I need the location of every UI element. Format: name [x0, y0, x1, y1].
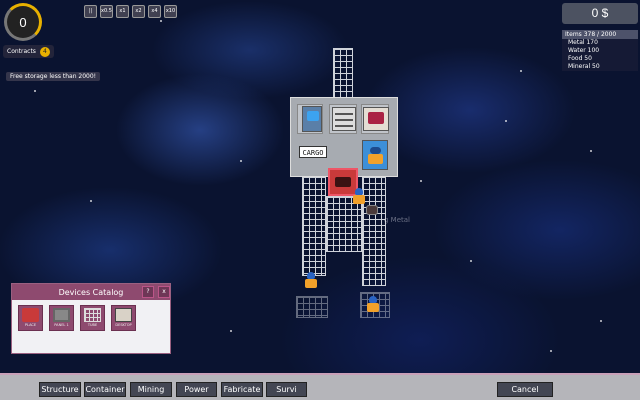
kitchen-device[interactable] [363, 107, 389, 131]
tab-survival[interactable]: Survi [266, 382, 307, 397]
tab-mining[interactable]: Mining [130, 382, 172, 397]
robot-drone[interactable] [366, 205, 378, 215]
contracts-badge: 4 [39, 46, 50, 57]
catalog-item-label: TUBE [87, 323, 98, 327]
speed-2x-button[interactable]: x2 [132, 5, 145, 18]
contracts-progress-ring[interactable]: 0 [4, 3, 42, 41]
money-display: 0 $ [562, 3, 638, 24]
speed-controls: || x0.5 x1 x2 x4 x10 [84, 5, 177, 18]
water-tank-device[interactable] [302, 106, 322, 132]
storage-header: Items 378 / 2000 [562, 30, 638, 39]
resource-mineral: Mineral 50 [568, 63, 600, 70]
catalog-header: Devices Catalog ? x [12, 284, 170, 300]
catalog-item-tube[interactable]: TUBE [80, 305, 105, 331]
contracts-button[interactable]: Contracts 4 [3, 45, 54, 58]
scaffold-lower-center[interactable] [326, 196, 362, 252]
tab-structure[interactable]: Structure [39, 382, 81, 397]
contracts-count: 0 [19, 14, 27, 30]
crew-quarters-device[interactable] [362, 140, 388, 170]
desktop-icon [115, 308, 132, 322]
pause-button[interactable]: || [84, 5, 97, 18]
panel-icon [53, 308, 70, 322]
resources-panel: Items 378 / 2000 Metal 170 Water 100 Foo… [562, 30, 638, 71]
shelf-device[interactable] [332, 107, 356, 131]
catalog-item-panel[interactable]: PANEL 1 [49, 305, 74, 331]
contracts-label: Contracts [7, 48, 36, 55]
scaffold-icon [84, 308, 101, 322]
storage-notice: Free storage less than 2000! [6, 72, 101, 81]
pc-device-icon [335, 177, 351, 187]
catalog-help-button[interactable]: ? [142, 286, 154, 298]
resource-food: Food 50 [568, 55, 592, 62]
worker-2[interactable] [304, 272, 318, 288]
catalog-item-desktop[interactable]: DESKTOP [111, 305, 136, 331]
catalog-title: Devices Catalog [58, 287, 124, 297]
scaffold-lower-left[interactable] [302, 176, 326, 276]
catalog-item-label: PANEL 1 [54, 323, 69, 327]
pc-icon [22, 308, 39, 322]
catalog-item-pc[interactable]: PLACE [18, 305, 43, 331]
speed-4x-button[interactable]: x4 [148, 5, 161, 18]
worker-1[interactable] [352, 188, 366, 204]
devices-catalog-panel: Devices Catalog ? x PLACE PANEL 1 TUBE D… [11, 283, 171, 354]
catalog-item-label: PLACE [24, 323, 37, 327]
worker-3[interactable] [366, 296, 380, 312]
ghost-tooltip: g Metal [384, 216, 410, 224]
scaffold-top-column[interactable] [333, 48, 353, 98]
tab-fabricate[interactable]: Fabricate [221, 382, 263, 397]
catalog-item-label: DESKTOP [115, 323, 132, 327]
speed-1x-button[interactable]: x1 [116, 5, 129, 18]
resource-metal: Metal 170 [568, 39, 598, 46]
tab-container[interactable]: Container [84, 382, 126, 397]
resource-water: Water 100 [568, 47, 600, 54]
catalog-close-button[interactable]: x [158, 286, 170, 298]
bottom-toolbar: Structure Container Mining Power Fabrica… [0, 373, 640, 400]
cargo-label[interactable]: CARGO [299, 146, 327, 158]
cancel-button[interactable]: Cancel [497, 382, 553, 397]
scaffold-ghost-left [296, 296, 328, 318]
speed-10x-button[interactable]: x10 [164, 5, 177, 18]
tab-power[interactable]: Power [176, 382, 217, 397]
speed-half-button[interactable]: x0.5 [100, 5, 113, 18]
catalog-items: PLACE PANEL 1 TUBE DESKTOP [12, 300, 170, 331]
